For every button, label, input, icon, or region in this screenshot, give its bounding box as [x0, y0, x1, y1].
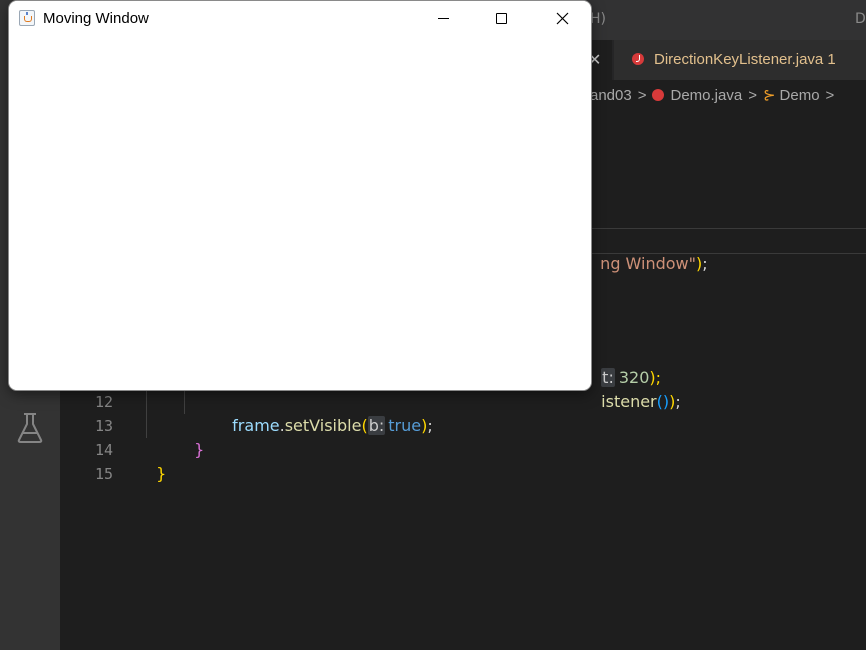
java-window-title: Moving Window [43, 10, 149, 27]
java-cup-icon [19, 10, 35, 26]
line-number: 12 [94, 393, 113, 411]
breadcrumb-separator: > [825, 87, 835, 104]
indent-guide [146, 390, 147, 438]
code-line-14[interactable]: } [146, 438, 166, 483]
java-window[interactable]: Moving Window [9, 1, 591, 390]
line-number: 13 [94, 417, 113, 435]
code-line-size[interactable]: t: 320); [591, 342, 661, 387]
indent-guide [184, 390, 185, 414]
breadcrumb-folder[interactable]: and03 [590, 87, 632, 104]
class-symbol-icon: ⊱ [762, 87, 776, 104]
tab-label[interactable]: DirectionKeyListener.java 1 [654, 51, 836, 68]
java-window-content[interactable] [9, 37, 591, 390]
breadcrumb-file[interactable]: Demo.java [670, 87, 742, 104]
close-button[interactable] [533, 1, 591, 37]
testing-flask-icon[interactable] [16, 412, 44, 444]
code-line-listener[interactable]: istener()); [591, 366, 681, 411]
title-right-fragment: D [855, 11, 866, 27]
close-icon [556, 12, 569, 25]
code-line-12[interactable]: frame.setVisible(b: true); [222, 390, 433, 435]
breadcrumb-separator: > [637, 87, 647, 104]
window-title-fragment: H) [590, 11, 606, 27]
breadcrumb-separator: > [748, 87, 757, 104]
breadcrumb: and03 > Demo.java > ⊱ Demo > [590, 86, 840, 104]
line-number: 14 [94, 441, 113, 459]
breadcrumb-symbol[interactable]: Demo [780, 87, 820, 104]
inlay-hint: b: [367, 416, 386, 435]
java-file-icon [632, 53, 644, 65]
minimize-button[interactable] [414, 1, 472, 37]
line-number: 15 [94, 465, 113, 483]
java-window-titlebar[interactable]: Moving Window [9, 1, 591, 37]
maximize-button[interactable] [472, 1, 530, 37]
code-line-title[interactable]: ng Window"); [590, 228, 707, 273]
java-file-icon [652, 89, 665, 101]
code-line-13[interactable]: } [184, 414, 204, 459]
